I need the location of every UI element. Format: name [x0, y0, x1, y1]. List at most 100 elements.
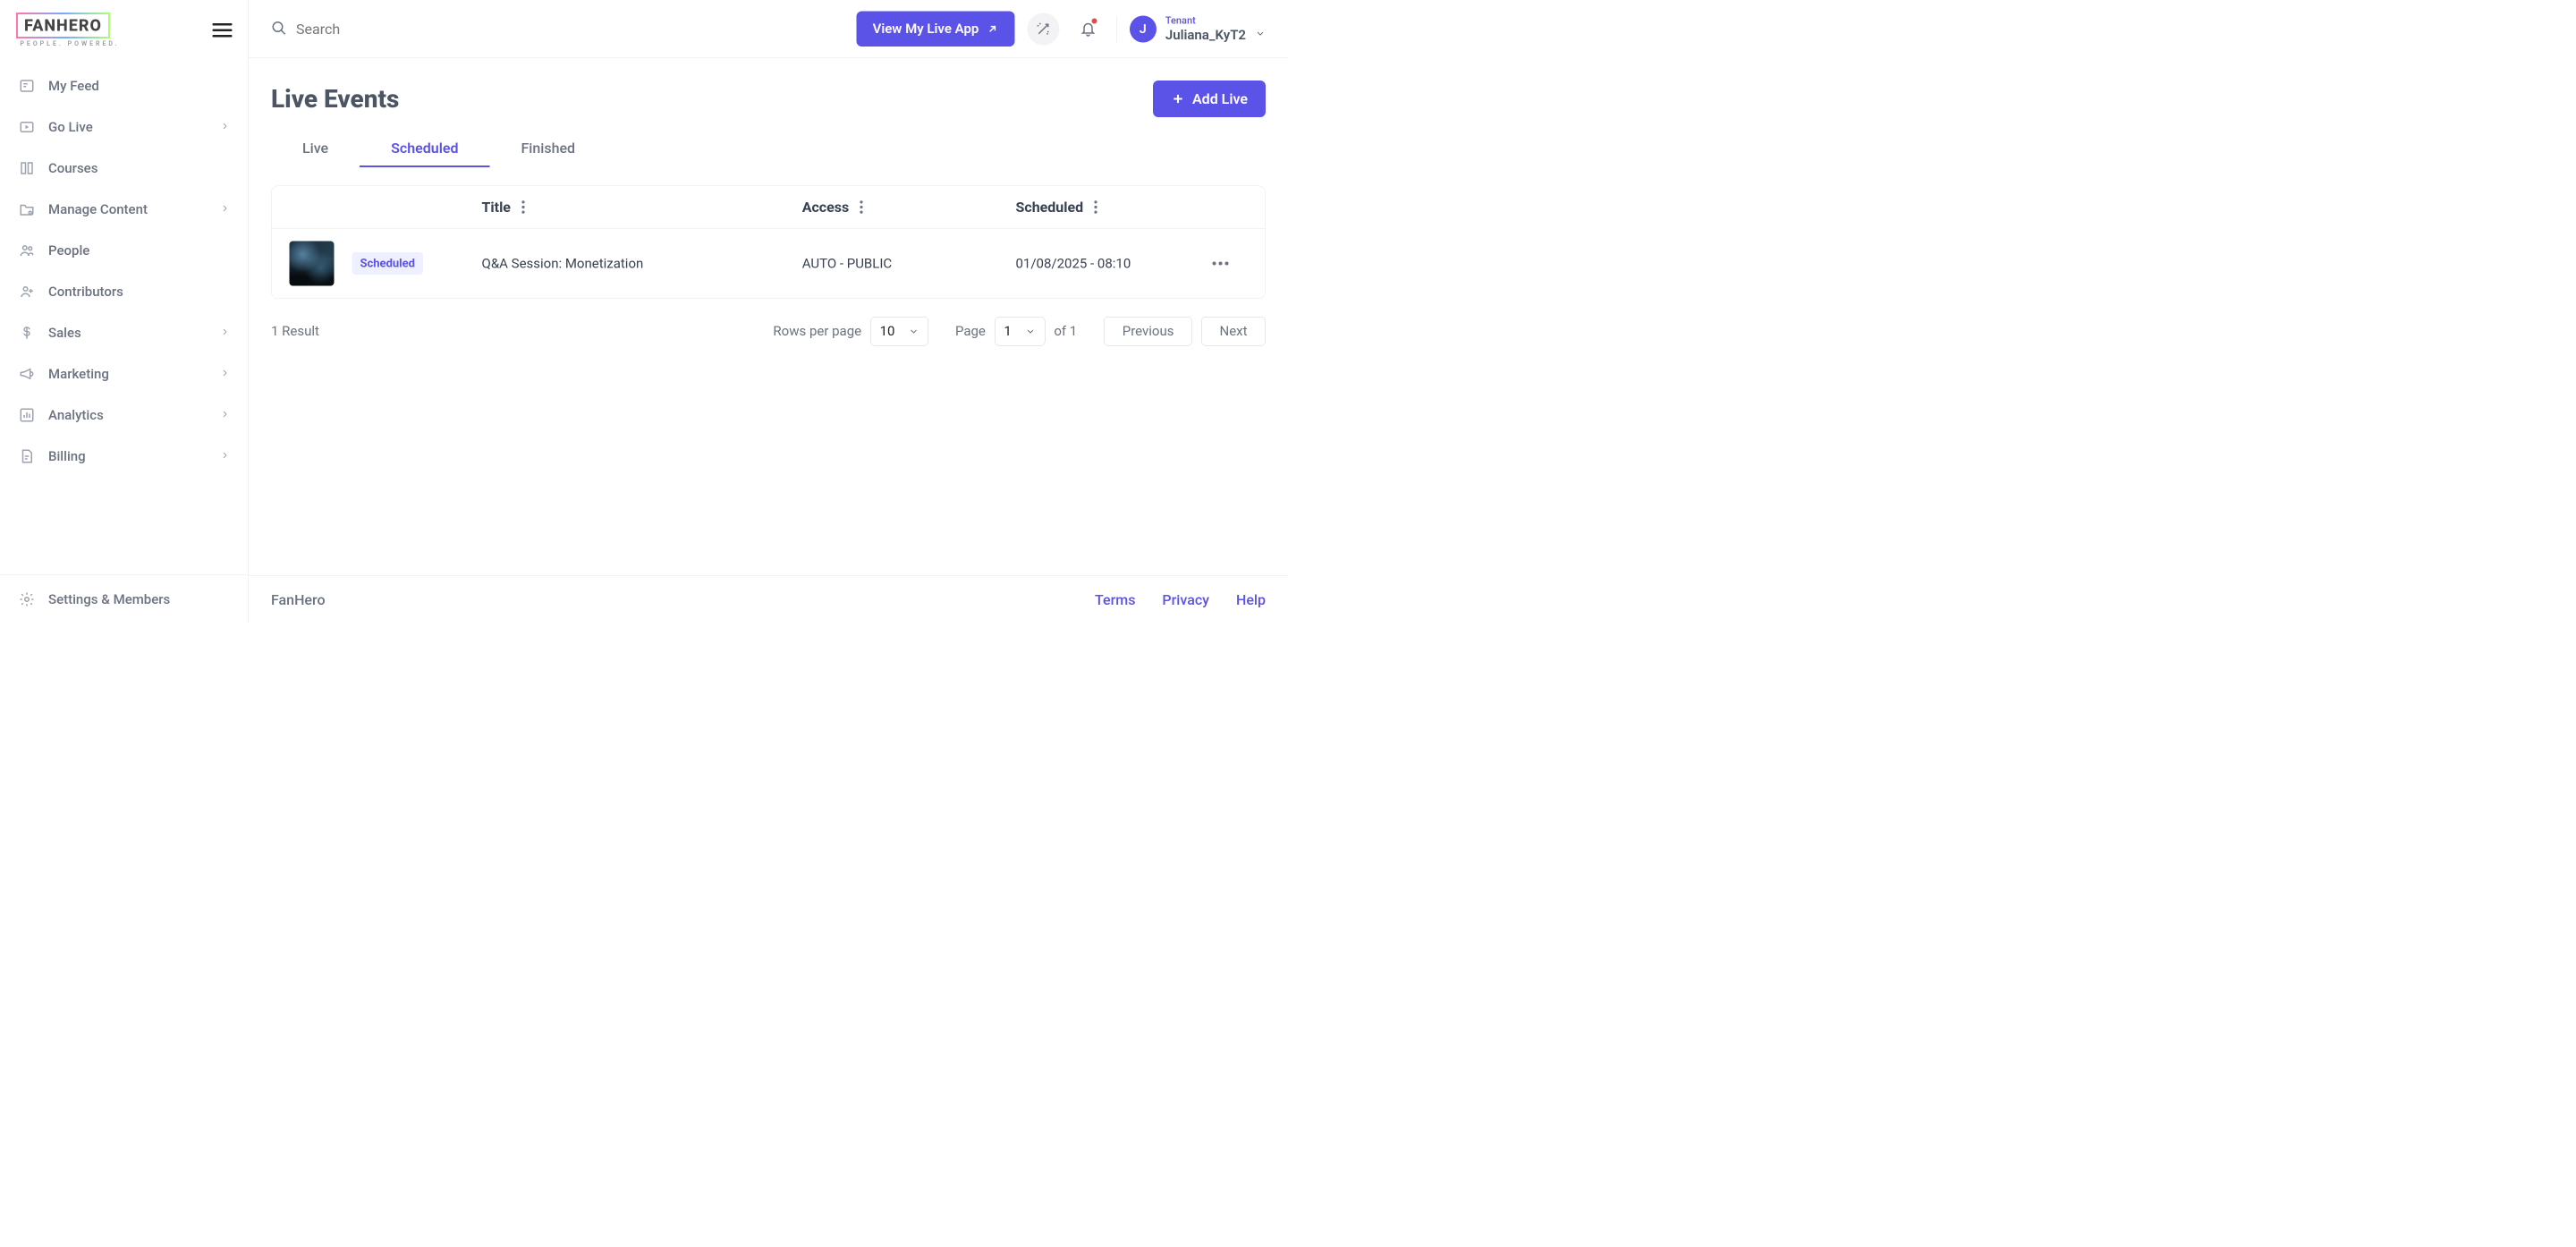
chevron-right-icon [220, 201, 231, 217]
footer-terms-link[interactable]: Terms [1095, 591, 1135, 608]
more-horiz-icon [1212, 261, 1230, 266]
sidebar-item-manage-content[interactable]: Manage Content [0, 189, 249, 230]
footer-brand: FanHero [271, 591, 326, 608]
sidebar-item-label: People [48, 242, 231, 259]
sidebar-item-label: Contributors [48, 284, 231, 300]
footer-privacy-link[interactable]: Privacy [1162, 591, 1209, 608]
contributors-icon [18, 283, 36, 301]
page-label: Page [955, 324, 986, 340]
next-button[interactable]: Next [1201, 317, 1266, 346]
add-live-button[interactable]: Add Live [1153, 81, 1266, 117]
chevron-right-icon [220, 407, 231, 423]
tab-scheduled[interactable]: Scheduled [360, 131, 489, 167]
tab-live[interactable]: Live [271, 131, 360, 167]
gear-icon [18, 590, 36, 608]
search [271, 20, 857, 38]
column-title[interactable]: Title [482, 199, 802, 216]
tenant-switcher[interactable]: J Tenant Juliana_KyT2 [1130, 15, 1266, 43]
page-value: 1 [1004, 324, 1011, 340]
event-thumbnail [290, 242, 335, 286]
sidebar-item-analytics[interactable]: Analytics [0, 394, 249, 436]
sidebar-item-label: Courses [48, 160, 231, 176]
rows-per-page-label: Rows per page [773, 324, 861, 340]
cell-scheduled: 01/08/2025 - 08:10 [1016, 256, 1194, 272]
events-table: Title Access Scheduled Scheduled [271, 186, 1266, 300]
avatar: J [1130, 15, 1157, 42]
notification-dot [1090, 17, 1097, 24]
sidebar-item-courses[interactable]: Courses [0, 148, 249, 189]
tenant-name: Juliana_KyT2 [1165, 27, 1246, 43]
table-row[interactable]: Scheduled Q&A Session: Monetization AUTO… [272, 229, 1266, 299]
sidebar-item-label: Marketing [48, 366, 208, 382]
main: View My Live App J Tenant Juliana_KyT2 [249, 0, 1288, 624]
page-title: Live Events [271, 84, 399, 114]
magic-wand-icon [1035, 21, 1051, 37]
sidebar-item-label: Go Live [48, 119, 208, 135]
tab-finished[interactable]: Finished [489, 131, 606, 167]
sidebar-item-label: Sales [48, 325, 208, 341]
cell-title: Q&A Session: Monetization [482, 256, 802, 272]
column-access-label: Access [802, 199, 850, 216]
sidebar-item-go-live[interactable]: Go Live [0, 106, 249, 148]
chevron-right-icon [220, 119, 231, 135]
column-scheduled[interactable]: Scheduled [1016, 199, 1194, 216]
billing-icon [18, 447, 36, 465]
add-live-label: Add Live [1192, 90, 1248, 107]
page-select[interactable]: 1 [995, 317, 1045, 346]
chevron-down-icon [1255, 28, 1266, 38]
status-badge: Scheduled [352, 252, 423, 275]
sidebar-nav: My Feed Go Live Courses Manage Content P… [0, 56, 249, 575]
feed-icon [18, 77, 36, 95]
chevron-right-icon [220, 325, 231, 341]
rows-per-page-select[interactable]: 10 [870, 317, 928, 346]
column-scheduled-label: Scheduled [1016, 199, 1084, 216]
sidebar-item-sales[interactable]: Sales [0, 312, 249, 353]
page-of: of 1 [1054, 324, 1077, 340]
external-link-icon [986, 22, 998, 35]
courses-icon [18, 159, 36, 177]
sidebar: FANHERO PEOPLE. POWERED. My Feed Go Live… [0, 0, 249, 624]
brand-logo: FANHERO PEOPLE. POWERED. [16, 13, 123, 47]
rows-per-page-value: 10 [880, 324, 895, 340]
sidebar-item-settings[interactable]: Settings & Members [0, 575, 249, 624]
footer: FanHero Terms Privacy Help [249, 576, 1288, 624]
cell-access: AUTO - PUBLIC [802, 256, 1016, 272]
sidebar-item-contributors[interactable]: Contributors [0, 271, 249, 312]
view-my-live-app-button[interactable]: View My Live App [857, 12, 1015, 47]
sidebar-item-billing[interactable]: Billing [0, 436, 249, 477]
tenant-label: Tenant [1165, 15, 1246, 27]
analytics-icon [18, 406, 36, 424]
sidebar-item-label: Analytics [48, 407, 208, 423]
sidebar-item-my-feed[interactable]: My Feed [0, 65, 249, 106]
sidebar-item-marketing[interactable]: Marketing [0, 353, 249, 394]
notifications-button[interactable] [1072, 13, 1104, 45]
tabs: Live Scheduled Finished [271, 131, 1266, 168]
footer-help-link[interactable]: Help [1236, 591, 1266, 608]
column-title-label: Title [482, 199, 511, 216]
search-input[interactable] [296, 21, 475, 38]
people-icon [18, 242, 36, 259]
row-actions-button[interactable] [1194, 261, 1248, 266]
folder-cog-icon [18, 200, 36, 218]
menu-toggle-icon[interactable] [213, 23, 233, 38]
sidebar-item-label: Settings & Members [48, 591, 231, 607]
previous-button[interactable]: Previous [1104, 317, 1192, 346]
chevron-right-icon [220, 366, 231, 382]
more-vert-icon [860, 200, 863, 215]
sidebar-item-label: My Feed [48, 78, 231, 94]
go-live-icon [18, 118, 36, 136]
sidebar-item-label: Manage Content [48, 201, 208, 217]
more-vert-icon [1094, 200, 1097, 215]
result-count: 1 Result [271, 324, 319, 340]
sidebar-item-label: Billing [48, 448, 208, 464]
column-access[interactable]: Access [802, 199, 1016, 216]
magic-wand-button[interactable] [1027, 13, 1059, 45]
table-footer: 1 Result Rows per page 10 Page 1 of 1 [271, 299, 1266, 364]
more-vert-icon [521, 200, 525, 215]
megaphone-icon [18, 365, 36, 383]
dollar-icon [18, 324, 36, 342]
sidebar-item-people[interactable]: People [0, 230, 249, 271]
view-app-label: View My Live App [873, 21, 979, 38]
chevron-down-icon [908, 326, 919, 336]
divider [1116, 15, 1117, 42]
